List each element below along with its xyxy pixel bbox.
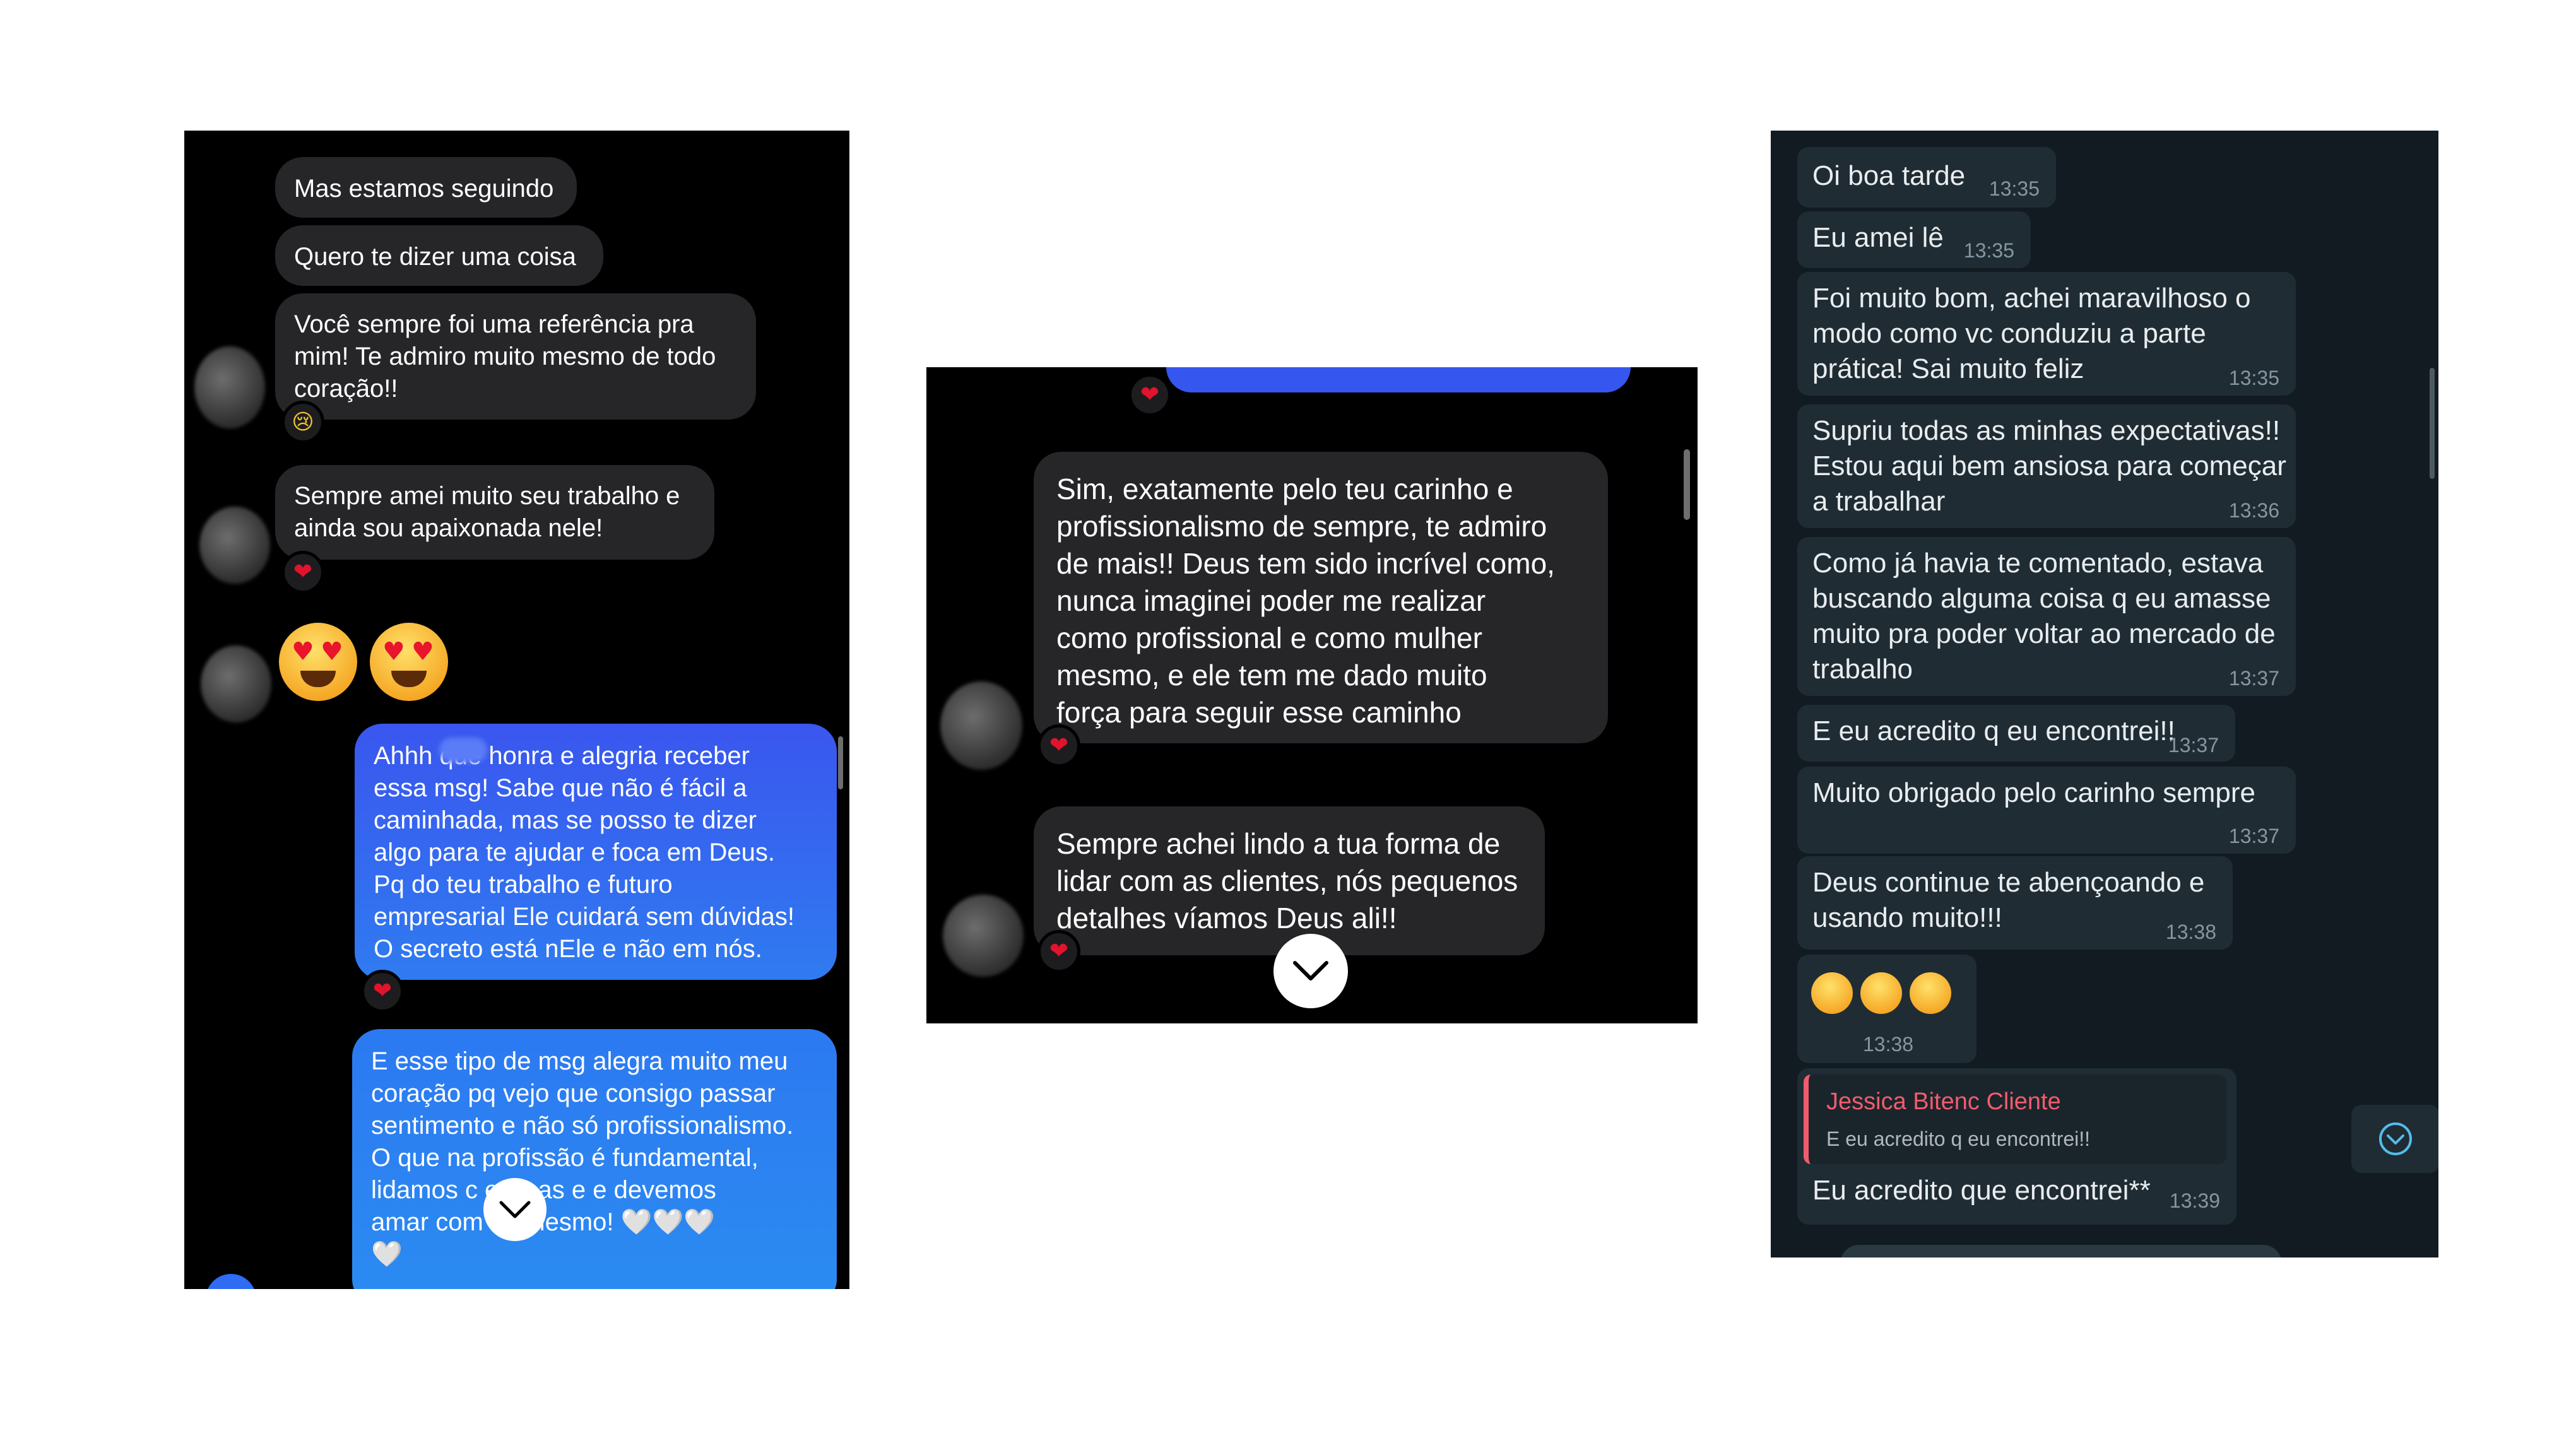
redacted-name: [439, 738, 487, 763]
message-bubble[interactable]: Deus continue te abençoando e usando mui…: [1797, 856, 2233, 950]
scrollbar-thumb[interactable]: [838, 736, 843, 789]
message-time: 13:35: [1988, 177, 2040, 200]
emoji-message[interactable]: 😍😍 ♥ ♥ ♥ ♥: [279, 623, 456, 705]
quoted-message[interactable]: Jessica Bitenc Cliente E eu acredito q e…: [1804, 1075, 2226, 1164]
message-bubble[interactable]: Como já havia te comentado, estava busca…: [1797, 537, 2296, 696]
message-bubble[interactable]: Mas estamos seguindo: [275, 157, 577, 218]
message-time: 13:35: [1963, 239, 2014, 262]
message-time: 13:36: [2228, 499, 2279, 522]
message-text: Deus continue te abençoando e usando mui…: [1812, 867, 2205, 933]
scrollbar-thumb[interactable]: [1684, 449, 1690, 520]
reaction-badge[interactable]: 😢: [281, 401, 324, 444]
message-bubble[interactable]: Quero te dizer uma coisa: [275, 225, 603, 286]
message-time: 13:35: [2228, 367, 2279, 389]
message-bubble[interactable]: Muito obrigado pelo carinho sempre 13:37: [1797, 767, 2296, 854]
message-text: Ahhh que honra e alegria receber essa ms…: [374, 742, 795, 963]
reaction-badge[interactable]: ❤: [281, 551, 324, 594]
message-text: Oi boa tarde: [1812, 160, 1966, 191]
message-text: Mas estamos seguindo: [294, 175, 554, 203]
outgoing-message-bubble[interactable]: Ahhh que honra e alegria receber essa ms…: [355, 724, 837, 980]
reaction-badge[interactable]: ❤: [1037, 930, 1080, 973]
heart-icon: ❤: [1140, 382, 1160, 408]
message-text: Sempre amei muito seu trabalho e ainda s…: [294, 482, 680, 542]
message-text: Sim, exatamente pelo teu carinho e profi…: [1056, 473, 1555, 729]
contact-avatar[interactable]: [940, 681, 1022, 770]
contact-avatar[interactable]: [194, 346, 265, 428]
contact-avatar[interactable]: [201, 645, 271, 722]
message-time: 13:38: [2165, 921, 2216, 943]
message-text: Sempre achei lindo a tua forma de lidar …: [1056, 827, 1518, 934]
message-text: Você sempre foi uma referência pra mim! …: [294, 310, 716, 403]
outgoing-message-bubble[interactable]: E esse tipo de msg alegra muito meu cora…: [352, 1029, 837, 1289]
kissing-face-icon: [1910, 972, 1951, 1014]
message-bubble[interactable]: Foi muito bom, achei maravilhoso o modo …: [1797, 272, 2296, 396]
message-bubble[interactable]: Oi boa tarde 13:35: [1797, 147, 2056, 208]
contact-avatar[interactable]: [199, 507, 270, 584]
reaction-badge[interactable]: ❤: [1128, 374, 1171, 416]
chat-panel-middle: ❤ Sim, exatamente pelo teu carinho e pro…: [926, 367, 1698, 1023]
chevron-down-icon: [499, 1201, 531, 1218]
kissing-face-icon: [1860, 972, 1902, 1014]
message-text: E eu acredito q eu encontrei!!: [1812, 716, 2175, 746]
quote-text: E eu acredito q eu encontrei!!: [1826, 1128, 2091, 1150]
kissing-face-icon: [1811, 972, 1853, 1014]
reaction-badge[interactable]: ❤: [1037, 724, 1080, 767]
message-text: Eu amei lê: [1812, 222, 1944, 253]
scroll-down-button[interactable]: [483, 1178, 547, 1241]
message-text: Supriu todas as minhas expectativas!! Es…: [1812, 415, 2286, 517]
chat-panel-right: Oi boa tarde 13:35 Eu amei lê 13:35 Foi …: [1771, 131, 2438, 1257]
message-bubble[interactable]: Supriu todas as minhas expectativas!! Es…: [1797, 404, 2296, 528]
heart-eyes-emoji-icon: ♥ ♥: [279, 623, 357, 701]
message-bubble[interactable]: E eu acredito q eu encontrei!! 13:37: [1797, 705, 2235, 762]
heart-icon: ❤: [1049, 733, 1069, 758]
message-time: 13:39: [2169, 1189, 2220, 1212]
message-text: Eu acredito que encontrei**: [1812, 1175, 2151, 1206]
message-bubble[interactable]: Você sempre foi uma referência pra mim! …: [275, 293, 756, 420]
message-text: Muito obrigado pelo carinho sempre: [1812, 777, 2255, 808]
composer-camera-button[interactable]: [206, 1274, 256, 1289]
outgoing-message-bubble[interactable]: [1166, 367, 1631, 392]
reaction-badge[interactable]: ❤: [361, 970, 404, 1013]
message-bubble[interactable]: Eu amei lê 13:35: [1797, 211, 2031, 268]
chevron-down-circle-icon: [2379, 1122, 2412, 1155]
message-time: 13:38: [1863, 1033, 1914, 1056]
message-text: Foi muito bom, achei maravilhoso o modo …: [1812, 283, 2251, 384]
message-input-bar[interactable]: [1840, 1245, 2282, 1257]
message-time: 13:37: [2228, 825, 2279, 847]
heart-eyes-emoji-icon: ♥ ♥: [370, 623, 448, 701]
reply-message-bubble[interactable]: Jessica Bitenc Cliente E eu acredito q e…: [1797, 1068, 2236, 1225]
chevron-down-icon: [1293, 961, 1328, 980]
message-bubble[interactable]: Sempre achei lindo a tua forma de lidar …: [1034, 806, 1545, 955]
heart-icon: ❤: [293, 559, 313, 585]
scroll-to-bottom-button[interactable]: [2351, 1105, 2438, 1173]
message-time: 13:37: [2168, 734, 2219, 757]
message-time: 13:37: [2228, 667, 2279, 690]
message-text: Quero te dizer uma coisa: [294, 243, 576, 271]
message-text: E esse tipo de msg alegra muito meu cora…: [371, 1047, 794, 1268]
emoji-message-bubble[interactable]: 😘😘😘 13:38: [1797, 955, 1976, 1063]
quote-author: Jessica Bitenc Cliente: [1826, 1088, 2061, 1115]
message-bubble[interactable]: Sempre amei muito seu trabalho e ainda s…: [275, 465, 714, 560]
heart-icon: ❤: [372, 978, 393, 1004]
message-bubble[interactable]: Sim, exatamente pelo teu carinho e profi…: [1034, 452, 1608, 743]
scroll-down-button[interactable]: [1273, 934, 1348, 1008]
scrollbar-thumb[interactable]: [2430, 368, 2435, 479]
heart-icon: ❤: [1049, 938, 1069, 964]
contact-avatar[interactable]: [943, 895, 1024, 977]
crying-face-icon: 😢: [292, 409, 314, 435]
chat-panel-left: Mas estamos seguindo Quero te dizer uma …: [184, 131, 849, 1289]
message-text: Como já havia te comentado, estava busca…: [1812, 548, 2276, 685]
